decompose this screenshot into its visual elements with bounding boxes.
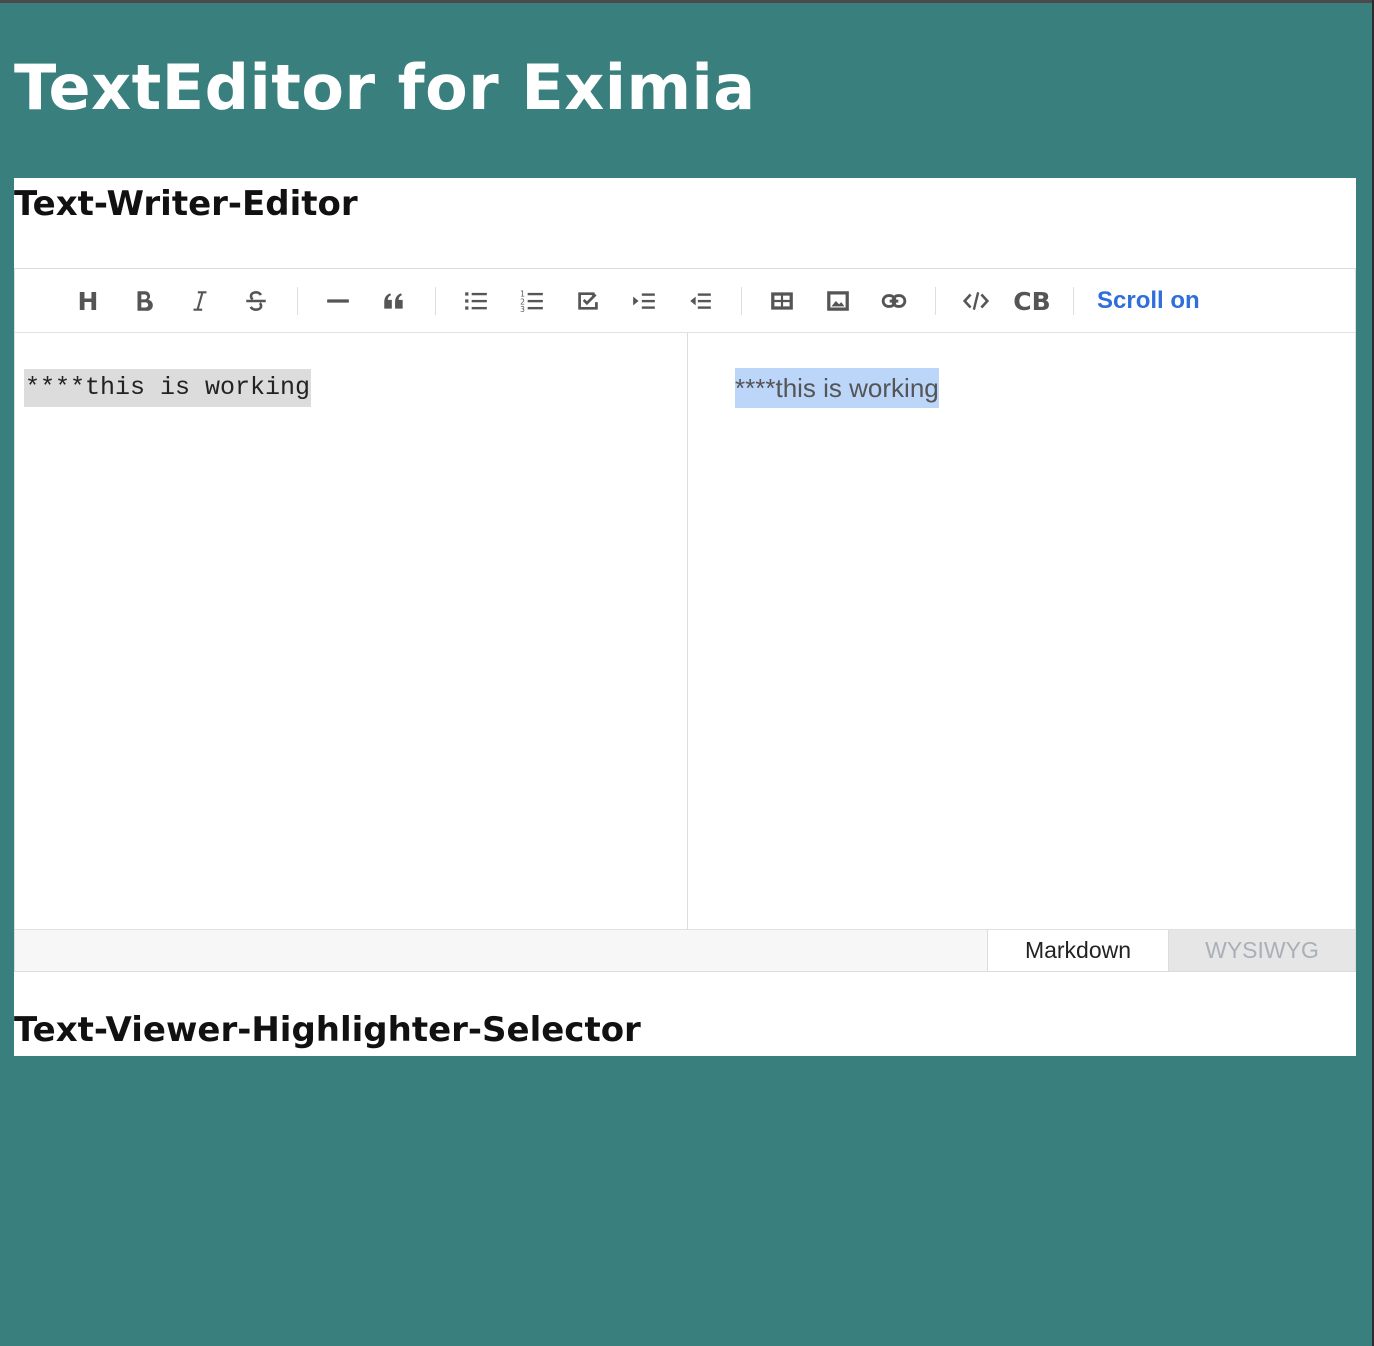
ordered-list-icon: 123 (520, 290, 543, 314)
viewer-section-title: Text-Viewer-Highlighter-Selector (14, 1010, 641, 1050)
quote-icon (384, 293, 403, 309)
bold-button[interactable] (126, 283, 162, 319)
codeblock-icon: CB (1013, 286, 1051, 316)
outdent-icon (690, 293, 711, 309)
markdown-text[interactable]: ****this is working (24, 369, 312, 407)
ordered-list-button[interactable]: 123 (514, 283, 550, 319)
italic-icon (193, 291, 207, 311)
main-panel: Text-Writer-Editor H 1 2 3 CB Scroll on … (14, 178, 1356, 1056)
codeblock-button[interactable]: CB (1013, 283, 1051, 319)
table-button[interactable] (764, 283, 800, 319)
code-icon (963, 292, 989, 310)
preview-pane: ****this is working (688, 333, 1355, 929)
toolbar-divider (935, 287, 936, 315)
bullet-list-button[interactable] (458, 283, 494, 319)
quote-button[interactable] (376, 283, 412, 319)
markdown-mode-tab[interactable]: Markdown (987, 930, 1169, 971)
markdown-editor: H 123 CB Scroll on ****this is working *… (14, 268, 1356, 972)
markdown-pane[interactable]: ****this is working (15, 333, 688, 929)
indent-button[interactable] (626, 283, 662, 319)
hr-icon (327, 299, 349, 303)
image-icon (827, 291, 849, 311)
heading-button[interactable]: H (70, 283, 106, 319)
wysiwyg-mode-tab[interactable]: WYSIWYG (1169, 930, 1355, 971)
italic-button[interactable] (182, 283, 218, 319)
writer-section-title: Text-Writer-Editor (14, 184, 358, 224)
bullet-list-icon (465, 292, 487, 310)
horizontal-rule-button[interactable] (320, 283, 356, 319)
bold-icon (137, 291, 153, 311)
scroll-sync-toggle[interactable]: Scroll on (1097, 285, 1200, 317)
app-title: TextEditor for Eximia (14, 51, 756, 124)
toolbar-divider (741, 287, 742, 315)
outdent-button[interactable] (682, 283, 718, 319)
link-icon (881, 294, 907, 308)
svg-text:3: 3 (520, 305, 525, 314)
window-top-border (0, 0, 1374, 3)
image-button[interactable] (820, 283, 856, 319)
table-icon (771, 292, 793, 310)
mode-switch-bar: Markdown WYSIWYG (15, 929, 1355, 971)
heading-icon: H (77, 286, 99, 316)
strike-icon (246, 291, 266, 311)
task-list-button[interactable] (570, 283, 606, 319)
task-list-icon (578, 292, 598, 310)
toolbar-divider (435, 287, 436, 315)
strike-button[interactable] (238, 283, 274, 319)
toolbar-divider (1073, 287, 1074, 315)
toolbar-divider (297, 287, 298, 315)
preview-text: ****this is working (735, 368, 939, 408)
indent-icon (633, 293, 655, 309)
code-button[interactable] (958, 283, 994, 319)
link-button[interactable] (876, 283, 912, 319)
editor-toolbar: H 123 CB Scroll on (15, 269, 1355, 333)
